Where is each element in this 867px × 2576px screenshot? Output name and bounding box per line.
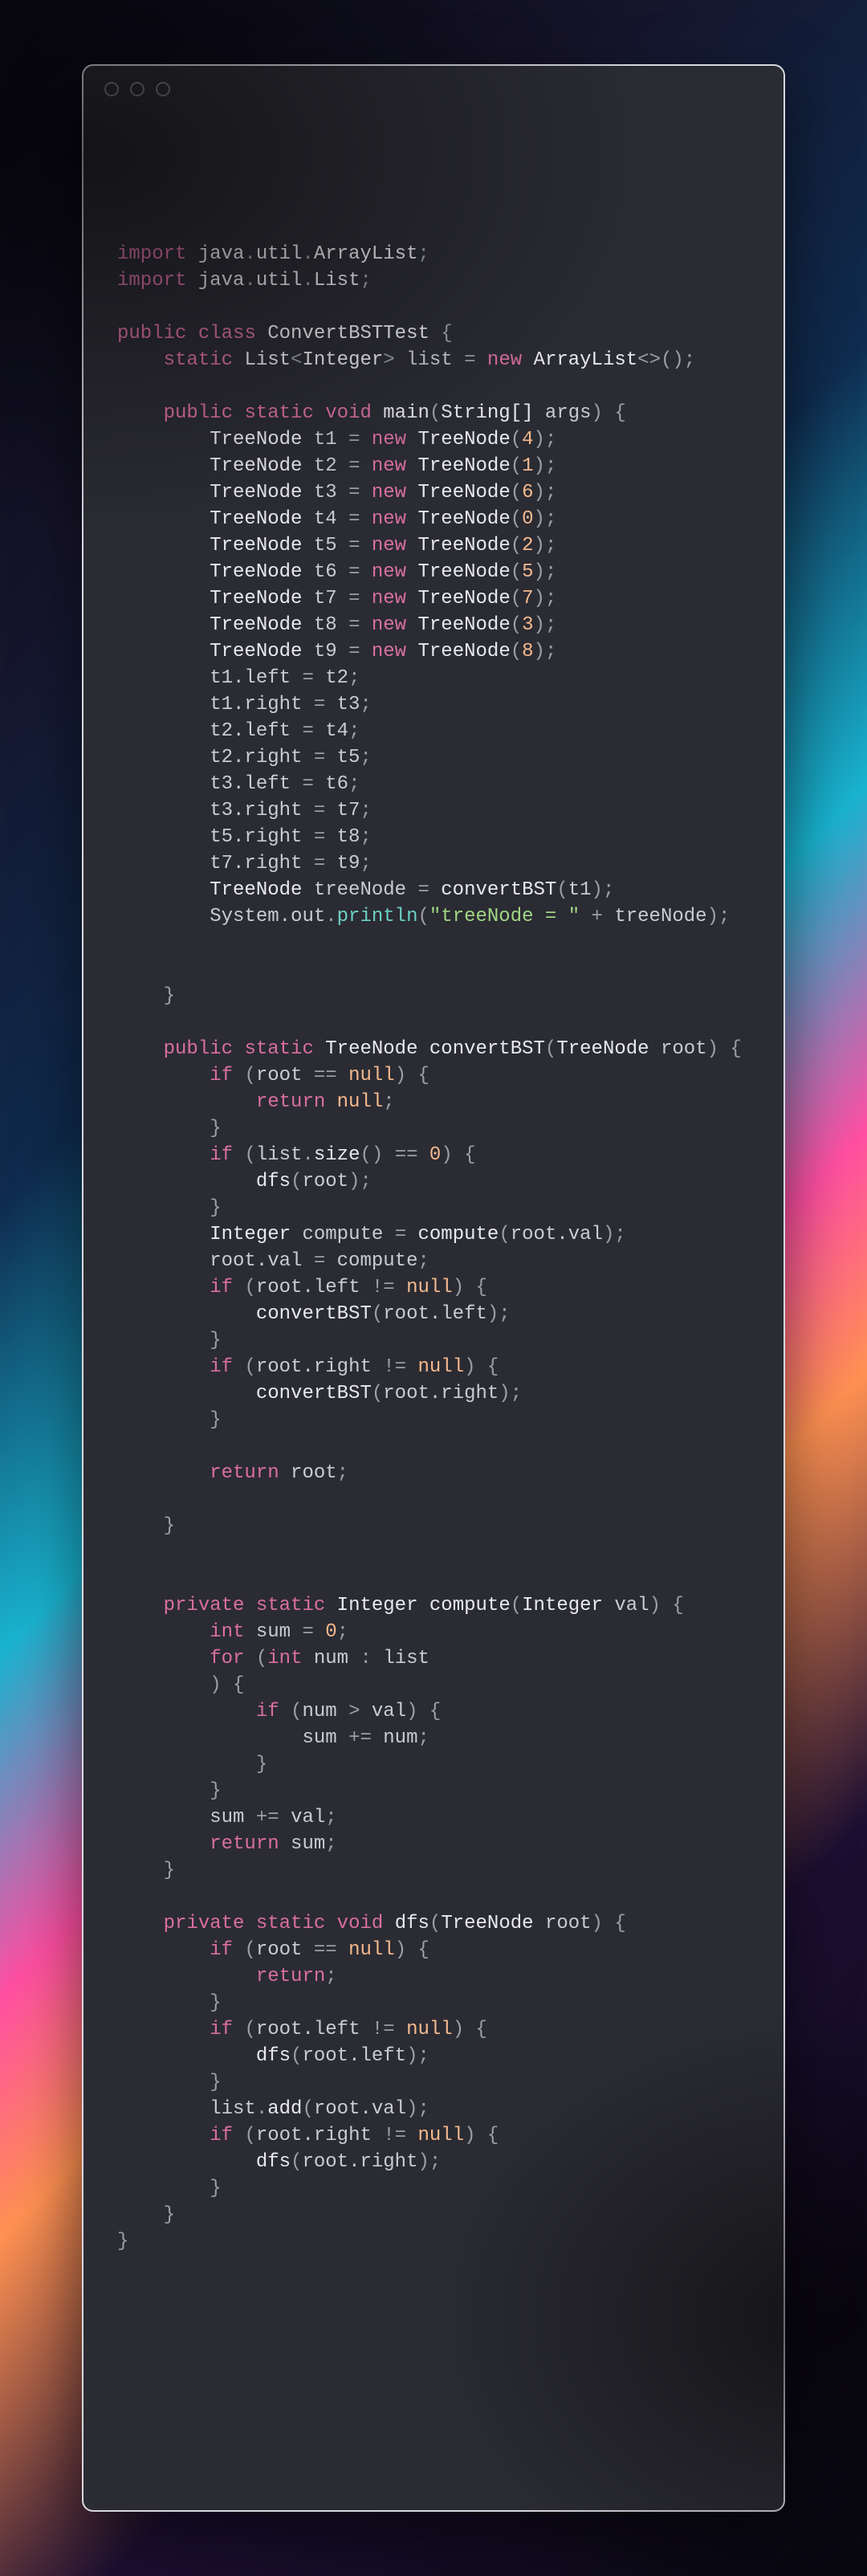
window-titlebar — [83, 66, 784, 112]
traffic-light-zoom-icon[interactable] — [156, 82, 170, 96]
traffic-light-minimize-icon[interactable] — [130, 82, 144, 96]
code-editor[interactable]: import java.util.ArrayList; import java.… — [83, 112, 784, 2287]
code-window: import java.util.ArrayList; import java.… — [82, 64, 785, 2512]
traffic-light-close-icon[interactable] — [104, 82, 119, 96]
